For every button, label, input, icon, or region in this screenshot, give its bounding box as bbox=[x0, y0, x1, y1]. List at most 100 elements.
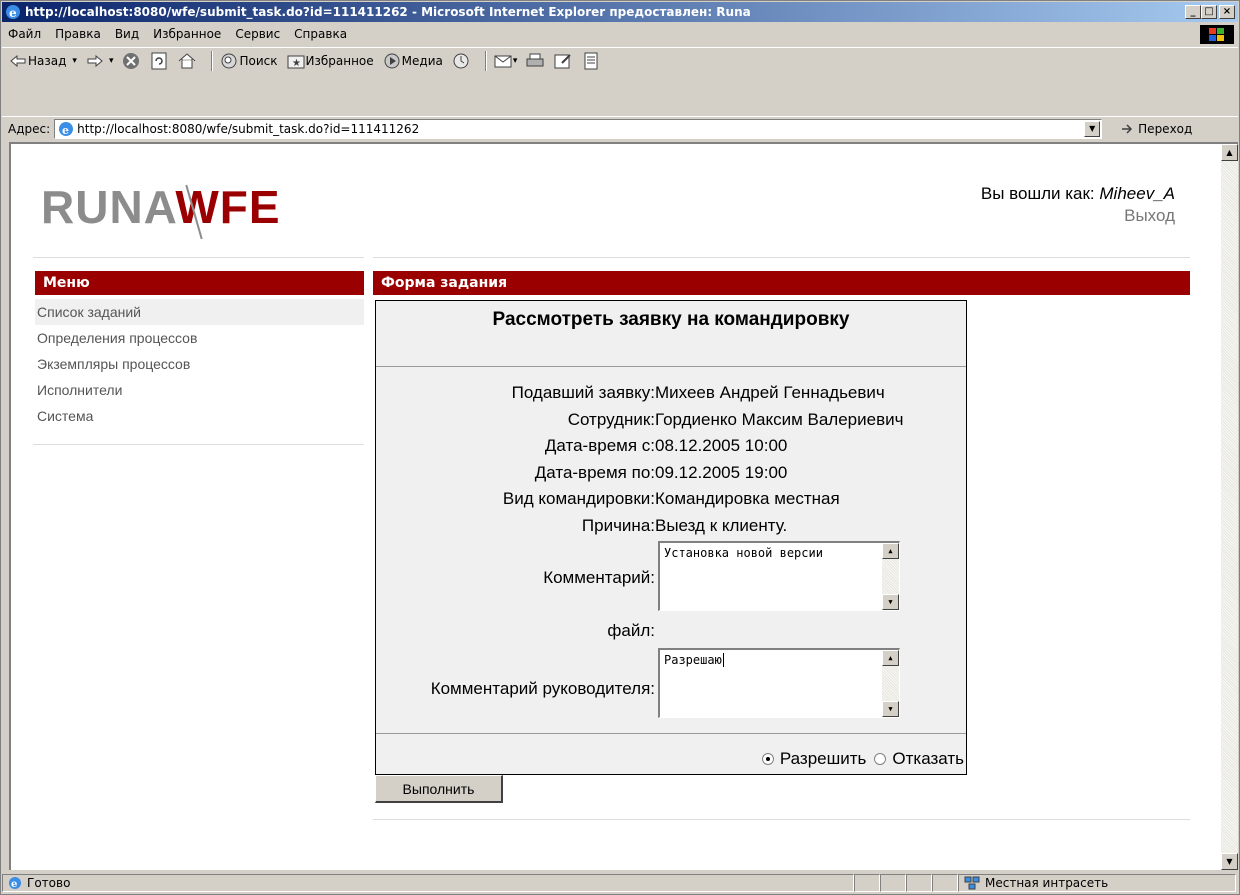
status-cell bbox=[906, 874, 932, 892]
maximize-button[interactable]: □ bbox=[1201, 5, 1217, 19]
discuss-button[interactable] bbox=[581, 51, 601, 71]
forward-arrow-icon bbox=[85, 51, 105, 71]
username: Miheev_A bbox=[1099, 184, 1175, 203]
go-arrow-icon bbox=[1118, 119, 1138, 139]
page-icon: e bbox=[7, 875, 23, 891]
field-row: Причина: Выезд к клиенту. bbox=[376, 516, 966, 536]
manager-comment-text: Разрешаю bbox=[664, 653, 722, 667]
nav-menu: Список заданий Определения процессов Экз… bbox=[35, 299, 364, 429]
menu-item-process-definitions[interactable]: Определения процессов bbox=[35, 325, 364, 351]
search-button[interactable]: Поиск bbox=[219, 51, 278, 71]
close-button[interactable]: × bbox=[1219, 5, 1235, 19]
reject-radio[interactable] bbox=[874, 753, 887, 765]
field-value: Михеев Андрей Геннадьевич bbox=[655, 383, 885, 402]
field-row: Дата-время с: 08.12.2005 10:00 bbox=[376, 436, 966, 456]
form-separator bbox=[376, 733, 966, 734]
scroll-up-icon[interactable]: ▲ bbox=[882, 543, 899, 559]
menu-view[interactable]: Вид bbox=[115, 27, 139, 41]
favorites-label: Избранное bbox=[305, 53, 374, 68]
menu-help[interactable]: Справка bbox=[294, 27, 347, 41]
status-text: Готово bbox=[27, 876, 71, 890]
home-button[interactable] bbox=[177, 51, 197, 71]
status-cell bbox=[880, 874, 906, 892]
field-label: Подавший заявку: bbox=[511, 383, 655, 402]
back-label: Назад bbox=[28, 53, 67, 68]
svg-text:★: ★ bbox=[292, 58, 301, 69]
field-value: Выезд к клиенту. bbox=[655, 516, 788, 535]
edit-button[interactable] bbox=[553, 51, 573, 71]
minimize-button[interactable]: _ bbox=[1185, 5, 1201, 19]
media-button[interactable]: Медиа bbox=[382, 51, 443, 71]
document-icon bbox=[581, 51, 601, 71]
address-dropdown-icon[interactable]: ▼ bbox=[1084, 120, 1101, 137]
field-value: Гордиенко Максим Валериевич bbox=[655, 410, 904, 429]
scroll-down-icon[interactable]: ▼ bbox=[882, 701, 899, 717]
page-viewport: RUNAWFE Вы вошли как: Miheev_A Выход Мен… bbox=[9, 142, 1221, 870]
ie-logo-icon: e bbox=[6, 5, 20, 20]
scroll-down-icon[interactable]: ▼ bbox=[1221, 853, 1238, 870]
media-label: Медиа bbox=[401, 53, 443, 68]
field-label: Дата-время по: bbox=[534, 463, 655, 482]
divider bbox=[373, 257, 1190, 258]
menu-edit[interactable]: Правка bbox=[55, 27, 101, 41]
back-button[interactable]: Назад ▾ bbox=[8, 51, 77, 71]
scroll-up-icon[interactable]: ▲ bbox=[1221, 144, 1238, 161]
page-icon: e bbox=[58, 121, 74, 140]
toolbar: Назад ▾ ▾ Поиск ★ Избранное Медиа ▾ bbox=[2, 47, 1238, 73]
field-label: Дата-время с: bbox=[544, 436, 655, 455]
forward-button[interactable]: ▾ bbox=[85, 51, 113, 71]
text-cursor bbox=[722, 653, 724, 667]
manager-comment-textarea[interactable]: Разрешаю ▲ ▼ bbox=[658, 648, 900, 718]
logout-link[interactable]: Выход bbox=[981, 206, 1175, 226]
favorites-button[interactable]: ★ Избранное bbox=[286, 51, 374, 71]
home-icon bbox=[177, 51, 197, 71]
comment-label: Комментарий: bbox=[543, 568, 655, 587]
menu-bar: Файл Правка Вид Избранное Сервис Справка bbox=[2, 23, 1238, 45]
submit-button[interactable]: Выполнить bbox=[375, 775, 503, 803]
logo-runa: RUNA bbox=[41, 181, 176, 233]
refresh-button[interactable] bbox=[149, 51, 169, 71]
history-button[interactable] bbox=[451, 51, 471, 71]
address-input[interactable]: e http://localhost:8080/wfe/submit_task.… bbox=[54, 118, 1103, 140]
page-scrollbar[interactable]: ▲ ▼ bbox=[1221, 142, 1238, 870]
refresh-icon bbox=[149, 51, 169, 71]
menu-item-process-instances[interactable]: Экземпляры процессов bbox=[35, 351, 364, 377]
toolbar-separator bbox=[484, 50, 487, 71]
stop-button[interactable] bbox=[121, 51, 141, 71]
menu-item-task-list[interactable]: Список заданий bbox=[35, 299, 364, 325]
textarea-scrollbar[interactable]: ▲ ▼ bbox=[882, 543, 899, 610]
file-label: файл: bbox=[607, 621, 655, 640]
go-label: Переход bbox=[1138, 121, 1193, 136]
windows-logo-icon bbox=[1200, 25, 1234, 44]
menu-item-system[interactable]: Система bbox=[35, 403, 364, 429]
search-icon bbox=[219, 51, 239, 71]
media-icon bbox=[382, 51, 402, 71]
scroll-down-icon[interactable]: ▼ bbox=[882, 594, 899, 610]
divider bbox=[373, 819, 1190, 820]
field-row: Дата-время по: 09.12.2005 19:00 bbox=[376, 463, 966, 483]
mail-button[interactable]: ▾ bbox=[493, 51, 517, 71]
scroll-up-icon[interactable]: ▲ bbox=[882, 650, 899, 666]
textarea-scrollbar[interactable]: ▲ ▼ bbox=[882, 650, 899, 717]
menu-tools[interactable]: Сервис bbox=[235, 27, 280, 41]
approve-radio[interactable] bbox=[761, 753, 774, 765]
file-row: файл: bbox=[376, 621, 966, 641]
comment-textarea[interactable]: Установка новой версии ▲ ▼ bbox=[658, 541, 900, 611]
history-icon bbox=[451, 51, 471, 71]
edit-icon bbox=[553, 51, 573, 71]
menu-header: Меню bbox=[35, 271, 364, 295]
field-value: Командировка местная bbox=[655, 489, 840, 508]
divider bbox=[33, 257, 364, 258]
zone-text: Местная интрасеть bbox=[985, 876, 1109, 890]
go-button[interactable]: Переход bbox=[1118, 119, 1192, 139]
stop-icon bbox=[121, 51, 141, 71]
menu-item-executors[interactable]: Исполнители bbox=[35, 377, 364, 403]
menu-file[interactable]: Файл bbox=[8, 27, 41, 41]
menu-favorites[interactable]: Избранное bbox=[153, 27, 221, 41]
browser-window: e http://localhost:8080/wfe/submit_task.… bbox=[0, 0, 1240, 895]
divider bbox=[33, 444, 364, 445]
field-label: Причина: bbox=[581, 516, 655, 535]
print-button[interactable] bbox=[525, 51, 545, 71]
manager-comment-label: Комментарий руководителя: bbox=[430, 679, 655, 698]
mail-icon bbox=[493, 51, 513, 71]
